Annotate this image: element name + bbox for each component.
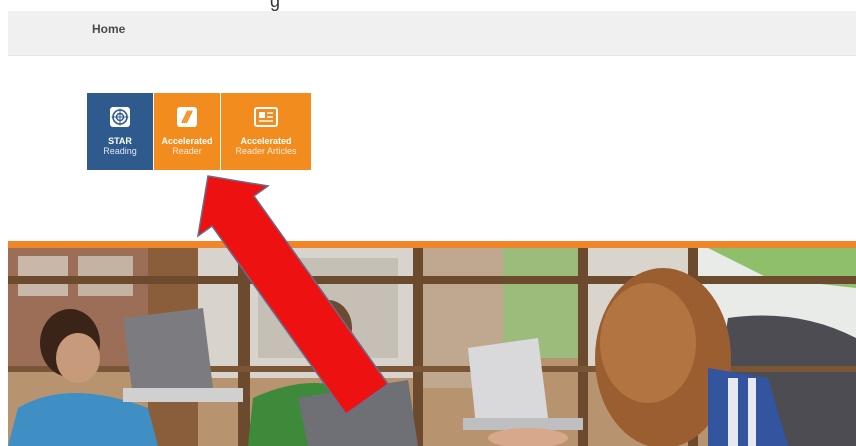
tile-subtitle: Reader Articles: [235, 146, 297, 156]
tile-title: Accelerated: [240, 136, 292, 146]
top-sliver: g: [0, 0, 856, 11]
tile-star-reading[interactable]: STAR Reading: [87, 93, 153, 170]
newspaper-icon: [252, 105, 280, 129]
tile-subtitle: Reader: [172, 146, 202, 156]
tile-accelerated-reader[interactable]: Accelerated Reader: [154, 93, 220, 170]
app-tiles: STAR Reading Accelerated Reader Accelera…: [87, 93, 312, 170]
tile-subtitle: Reading: [103, 146, 137, 156]
tile-title: STAR: [108, 136, 132, 146]
classroom-photo: [8, 248, 856, 446]
nav-home-link[interactable]: Home: [92, 22, 125, 36]
tile-accelerated-reader-articles[interactable]: Accelerated Reader Articles: [221, 93, 311, 170]
navbar: Home: [8, 11, 856, 56]
hero-classroom-image: [8, 241, 856, 446]
book-icon: [173, 105, 201, 129]
target-icon: [106, 105, 134, 129]
tile-title: Accelerated: [161, 136, 213, 146]
